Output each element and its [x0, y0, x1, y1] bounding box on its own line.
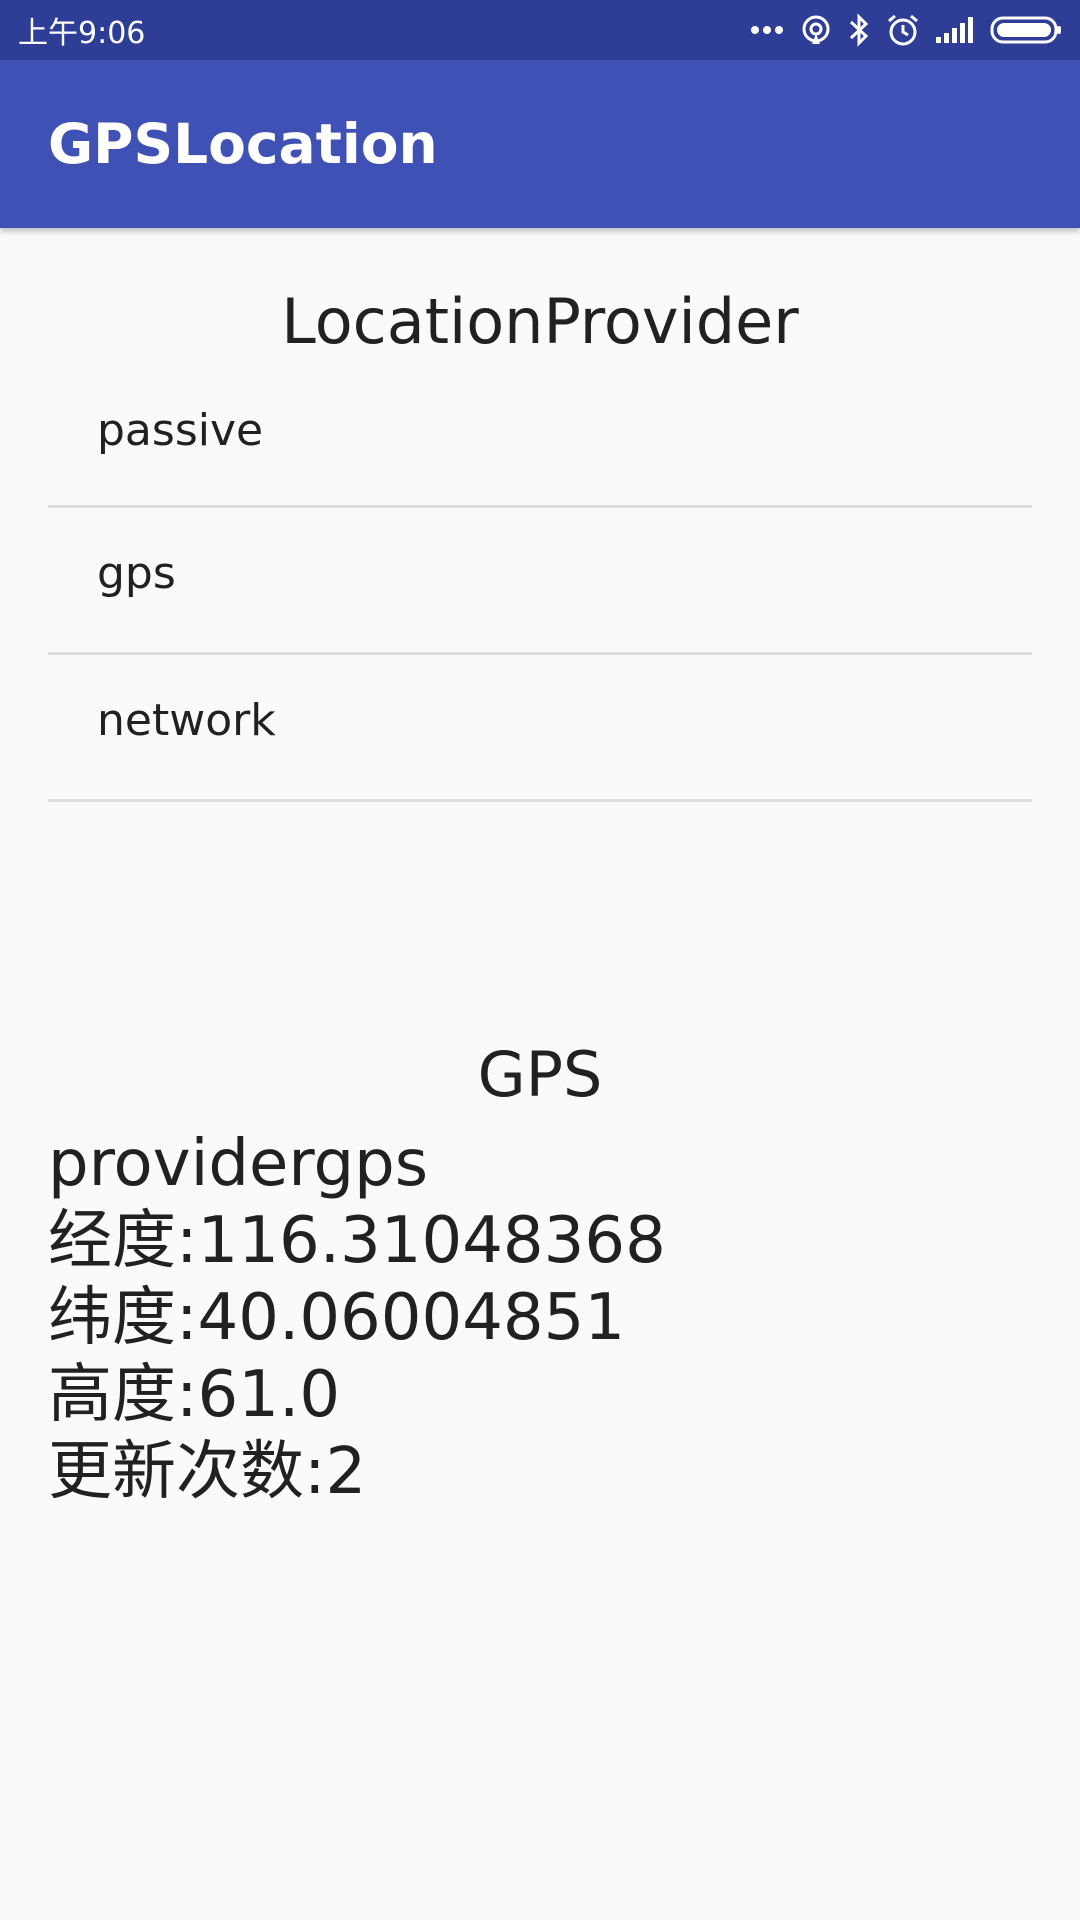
bluetooth-icon — [848, 13, 870, 47]
app-bar: GPSLocation — [0, 60, 1080, 228]
status-bar: 上午9:06 — [0, 0, 1080, 60]
latitude-value: 纬度:40.06004851 — [48, 1281, 626, 1355]
longitude-value: 经度:116.31048368 — [48, 1204, 666, 1278]
alarm-icon — [886, 13, 920, 47]
provider-list: passive gps network — [48, 370, 1032, 802]
list-item-passive[interactable]: passive — [48, 370, 1032, 508]
hotspot-icon — [800, 14, 832, 46]
update-count-value: 更新次数:2 — [48, 1435, 367, 1509]
gps-info-block: providergps 经度:116.31048368 纬度:40.060048… — [48, 1126, 1032, 1511]
app-title: GPSLocation — [48, 112, 438, 176]
altitude-value: 高度:61.0 — [48, 1358, 341, 1432]
more-dots-icon — [750, 25, 784, 35]
signal-icon — [936, 17, 974, 43]
provider-value: providergps — [48, 1127, 429, 1201]
battery-icon — [990, 15, 1062, 45]
list-item-gps[interactable]: gps — [48, 508, 1032, 655]
status-time: 上午9:06 — [18, 16, 146, 51]
provider-section-title: LocationProvider — [281, 285, 799, 358]
status-icons — [750, 13, 1062, 47]
list-item-network[interactable]: network — [48, 655, 1032, 802]
gps-section-title: GPS — [477, 1038, 603, 1111]
